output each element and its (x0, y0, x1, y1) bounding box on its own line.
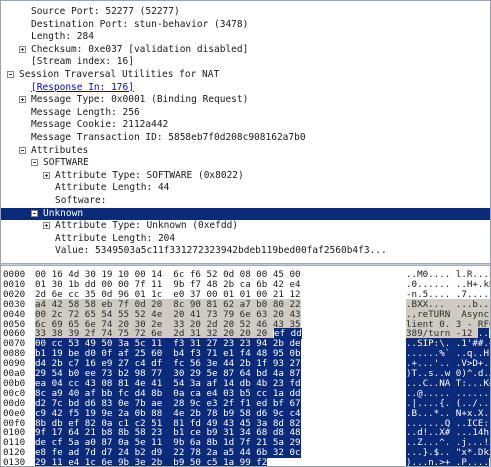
tree-row-label: Message Cookie: 2112a442 (31, 119, 169, 131)
ascii-bytes: )...n.>+ .P.... (406, 457, 489, 466)
expand-icon[interactable] (19, 96, 26, 104)
tree-row-label: Attribute Type: Unknown (0xefdd) (55, 220, 239, 232)
tree-row-label: Checksum: 0xe037 [validation disabled] (31, 43, 249, 55)
tree-row-label: Software: (55, 195, 107, 206)
collapse-icon[interactable] (19, 146, 26, 154)
tree-row[interactable]: Software: (1, 195, 490, 207)
collapse-icon[interactable] (31, 159, 38, 167)
tree-row[interactable]: Destination Port: stun-behavior (3478) (1, 19, 490, 31)
tree-row-label: SOFTWARE (43, 157, 89, 169)
tree-row[interactable]: Message Length: 256 (1, 107, 490, 119)
tree-row[interactable]: Attribute Length: 204 (1, 233, 490, 245)
expand-icon[interactable] (19, 45, 26, 53)
tree-row-label: Session Traversal Utilities for NAT (19, 69, 220, 80)
tree-row-label: Attribute Length: 204 (55, 232, 176, 244)
tree-row-label: Length: 284 (31, 31, 94, 43)
tree-row[interactable]: Value: 5349503a5c11f331272323942bdeb119b… (1, 245, 490, 257)
collapse-icon[interactable] (31, 209, 38, 217)
tree-row-label: Attributes (31, 144, 89, 156)
expand-icon[interactable] (43, 171, 50, 179)
tree-row-label: Attribute Type: SOFTWARE (0x8022) (55, 169, 244, 181)
tree-row[interactable]: Attribute Type: SOFTWARE (0x8022) (1, 170, 490, 182)
tree-row[interactable]: Attributes (1, 145, 490, 157)
hex-offset: 0130 (3, 457, 26, 466)
tree-row[interactable]: Source Port: 52277 (52277) (1, 6, 490, 18)
tree-row-label: Message Length: 256 (31, 106, 140, 118)
tree-row[interactable]: Message Type: 0x0001 (Binding Request) (1, 94, 490, 106)
tree-row[interactable]: Length: 284 (1, 31, 490, 43)
tree-row[interactable]: Session Traversal Utilities for NAT (1, 69, 490, 81)
expand-icon[interactable] (43, 222, 50, 230)
packet-bytes-pane[interactable]: 0000 00 16 4d 30 19 10 00 14 6c f6 52 0d … (1, 266, 490, 466)
tree-row-label: Value: 5349503a5c11f331272323942bdeb119b… (55, 245, 387, 257)
tree-row[interactable]: Message Cookie: 2112a442 (1, 119, 490, 131)
packet-details-tree[interactable]: Source Port: 52277 (52277) Destination Po… (1, 1, 490, 263)
tree-row-label: Message Type: 0x0001 (Binding Request) (31, 94, 249, 106)
tree-row[interactable]: Checksum: 0xe037 [validation disabled] (1, 44, 490, 56)
tree-row-label: Message Transaction ID: 5858eb7f0d208c90… (31, 132, 306, 143)
tree-row-label: Destination Port: stun-behavior (3478) (31, 18, 249, 30)
tree-row-label: Attribute Length: 44 (55, 182, 170, 194)
packet-details-window: Source Port: 52277 (52277) Destination Po… (0, 0, 491, 467)
tree-row[interactable]: Unknown (1, 207, 490, 220)
hex-row[interactable]: 0130 29 11 e4 1c 6e 9b 3e 2b b9 50 c5 1a … (1, 457, 490, 466)
tree-row[interactable]: [Response In: 176] (1, 82, 490, 94)
tree-row-label: Unknown (43, 207, 84, 219)
tree-row[interactable]: SOFTWARE (1, 157, 490, 169)
hex-bytes: 29 11 e4 1c 6e 9b 3e 2b b9 50 c5 1a 99 f… (35, 457, 268, 466)
collapse-icon[interactable] (7, 71, 14, 78)
tree-row[interactable]: Message Transaction ID: 5858eb7f0d208c90… (1, 132, 490, 144)
tree-row[interactable]: Attribute Length: 44 (1, 182, 490, 194)
response-in-link[interactable]: [Response In: 176] (31, 82, 134, 94)
tree-row[interactable]: Attribute Type: Unknown (0xefdd) (1, 220, 490, 232)
tree-row-label: Source Port: 52277 (52277) (31, 6, 180, 17)
tree-row[interactable]: [Stream index: 16] (1, 56, 490, 68)
tree-row-label: [Stream index: 16] (31, 56, 134, 68)
